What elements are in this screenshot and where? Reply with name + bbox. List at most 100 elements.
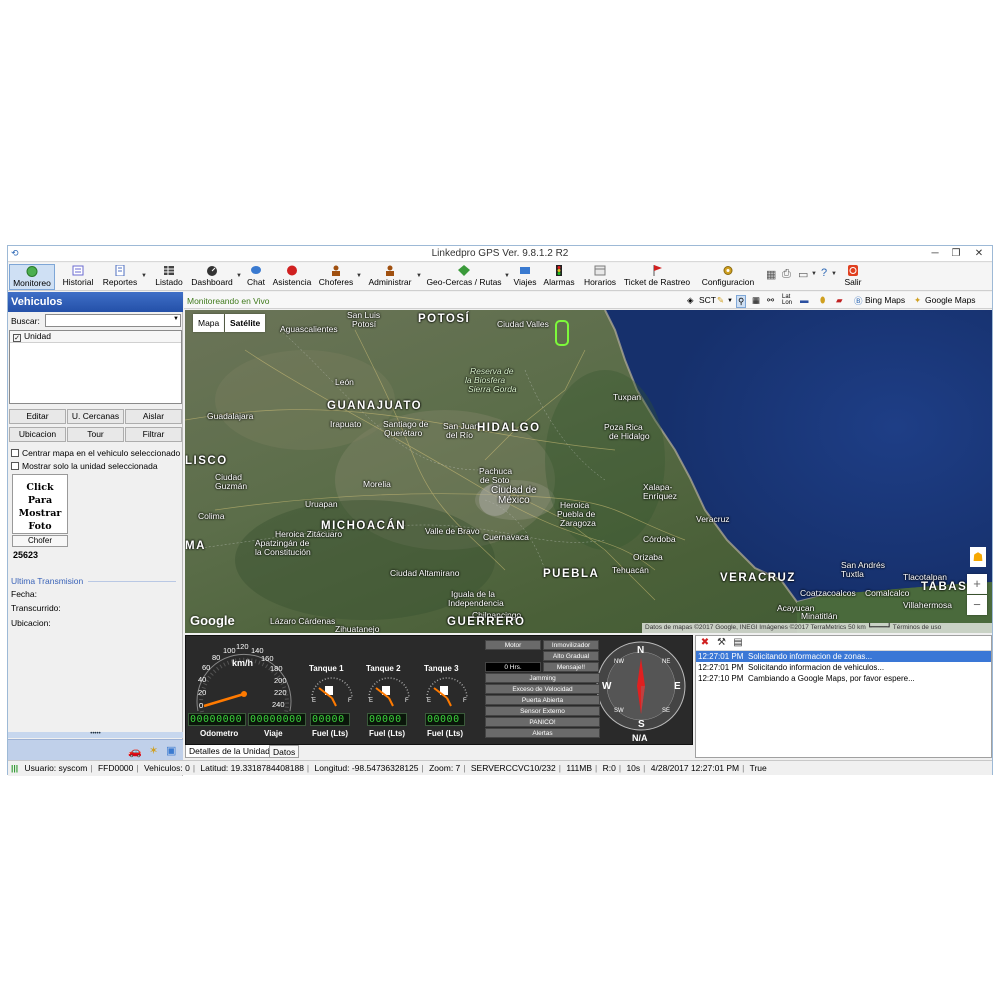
driver-photo-placeholder[interactable]: Click Para Mostrar Foto <box>12 474 68 534</box>
map-label: Potosí <box>352 319 377 329</box>
toolbar-ticket-rastreo[interactable]: Ticket de Rastreo <box>622 264 692 290</box>
chevron-down-icon[interactable]: ▼ <box>416 273 422 279</box>
toolbar-reportes[interactable]: Reportes <box>100 264 140 290</box>
map-label: Cuernavaca <box>483 532 529 542</box>
toolbar-choferes[interactable]: Choferes <box>317 264 355 290</box>
tab-detalles-unidad[interactable]: Detalles de la Unidad <box>185 745 274 758</box>
toolbar-listado[interactable]: Listado <box>153 264 185 290</box>
toolbar-historial[interactable]: Historial <box>60 264 96 290</box>
grid-icon[interactable]: ▦ <box>752 295 760 306</box>
show-selected-only-checkbox[interactable]: Mostrar solo la unidad seleccionada <box>11 461 158 471</box>
toolbar-salir[interactable]: Salir <box>842 264 864 290</box>
ubicacion-button[interactable]: Ubicacion <box>9 427 66 442</box>
map-label: la Constitución <box>255 547 311 557</box>
ruler-icon[interactable]: ✎ <box>717 295 724 306</box>
log-entry[interactable]: 12:27:10 PM Cambiando a Google Maps, por … <box>696 673 991 684</box>
map-type-mapa-tab[interactable]: Mapa <box>193 314 225 332</box>
chevron-down-icon[interactable]: ▼ <box>727 298 733 304</box>
close-button[interactable]: ✕ <box>968 246 990 261</box>
compass-nw: NW <box>614 659 624 665</box>
filtrar-button[interactable]: Filtrar <box>125 427 182 442</box>
tab-datos[interactable]: Datos <box>269 745 300 758</box>
bing-maps-button[interactable]: Bing Maps <box>865 295 905 305</box>
tank-full-mark: F <box>348 698 352 704</box>
chevron-down-icon[interactable]: ▼ <box>236 273 242 279</box>
toolbar-alarmas[interactable]: Alarmas <box>542 264 576 290</box>
toolbar-chat[interactable]: Chat <box>245 264 267 290</box>
google-maps-button[interactable]: Google Maps <box>925 295 976 305</box>
chevron-down-icon[interactable]: ▼ <box>811 271 817 277</box>
maximize-button[interactable]: ❐ <box>945 246 967 261</box>
toolbar-dashboard[interactable]: Dashboard <box>189 264 235 290</box>
compass-east: E <box>674 681 681 692</box>
map-label: Valle de Bravo <box>425 526 480 536</box>
checkbox-box[interactable] <box>11 449 19 457</box>
street-view-pegman-icon[interactable]: ☗ <box>970 547 986 567</box>
log-entry[interactable]: 12:27:01 PM Solicitando informacion de zo… <box>696 651 991 662</box>
vehicle-icon[interactable]: ▰ <box>836 295 843 306</box>
map-label: Guzmán <box>215 481 248 491</box>
map-label: Uruapan <box>305 499 338 509</box>
vehicle-car-icon[interactable]: 🚗 <box>128 745 142 758</box>
speed-tick: 220 <box>274 688 287 697</box>
toolbar-horarios[interactable]: Horarios <box>581 264 619 290</box>
document-icon[interactable]: ▤ <box>732 637 744 649</box>
unidades-cercanas-button[interactable]: U. Cercanas <box>67 409 124 424</box>
road-sign-icon[interactable]: ◈ <box>687 295 694 306</box>
toolbar-monitoreo[interactable]: Monitoreo <box>9 264 55 290</box>
aislar-button[interactable]: Aislar <box>125 409 182 424</box>
tank-1-gauge <box>311 677 353 707</box>
gps-tool-icon[interactable]: ⚲ <box>736 295 747 308</box>
separator: | <box>618 763 622 773</box>
chevron-down-icon[interactable]: ▼ <box>831 271 837 277</box>
bing-icon[interactable]: Ⓑ <box>854 295 863 307</box>
window-layout-icon[interactable]: ▭ <box>798 268 808 281</box>
binoculars-icon[interactable]: ⚯ <box>767 295 774 306</box>
toolbar-configuracion[interactable]: Configuracion <box>698 264 758 290</box>
vehicle-list[interactable]: ✓ Unidad <box>9 330 182 404</box>
search-label: Buscar: <box>11 316 40 326</box>
help-icon[interactable]: ? <box>821 267 827 279</box>
select-all-checkbox[interactable]: ✓ <box>13 334 21 342</box>
toolbar-viajes[interactable]: Viajes <box>513 264 537 290</box>
toolbar-label: Listado <box>155 277 183 287</box>
zoom-in-button[interactable]: + <box>967 574 987 594</box>
map-type-satelite-tab[interactable]: Satélite <box>225 314 266 332</box>
wizard-icon[interactable]: ✶ <box>149 744 158 757</box>
zoom-out-button[interactable]: − <box>967 595 987 615</box>
toolbar-geocercas[interactable]: Geo-Cercas / Rutas <box>425 264 503 290</box>
center-map-checkbox[interactable]: Centrar mapa en el vehiculo seleccionado <box>11 448 180 458</box>
chofer-button[interactable]: Chofer <box>12 535 68 547</box>
checkbox-box[interactable] <box>11 462 19 470</box>
pin-icon[interactable]: ⬮ <box>820 295 825 306</box>
google-icon[interactable]: ✦ <box>914 295 921 306</box>
chevron-down-icon[interactable]: ▼ <box>173 316 179 322</box>
search-combobox[interactable]: ▼ <box>45 314 181 327</box>
toolbar-asistencia[interactable]: Asistencia <box>271 264 313 290</box>
delete-icon[interactable]: ✖ <box>699 637 711 649</box>
chevron-down-icon[interactable]: ▼ <box>141 273 147 279</box>
layers-icon[interactable]: ▬ <box>800 295 809 305</box>
chevron-down-icon[interactable]: ▼ <box>504 273 510 279</box>
chevron-down-icon[interactable]: ▼ <box>356 273 362 279</box>
sct-button[interactable]: SCT <box>699 295 716 305</box>
editar-button[interactable]: Editar <box>9 409 66 424</box>
log-entry[interactable]: 12:27:01 PM Solicitando informacion de ve… <box>696 662 991 673</box>
tools-icon[interactable]: ⚒ <box>716 637 728 649</box>
map-small-icon[interactable]: ▣ <box>166 744 176 757</box>
compass-south: S <box>638 719 645 730</box>
satellite-map[interactable]: Mapa Satélite Aguascalientes San Luis Po… <box>185 310 992 633</box>
map-attribution: Datos de mapas ©2017 Google, INEGI Imáge… <box>642 623 992 633</box>
minimize-button[interactable]: ─ <box>924 246 946 261</box>
toolbar-administrar[interactable]: Administrar <box>365 264 415 290</box>
map-label: Comalcalco <box>865 588 910 598</box>
speed-tick: 0 <box>199 701 204 710</box>
panel-splitter[interactable]: ••••• <box>8 731 183 738</box>
list-header-unidad[interactable]: ✓ Unidad <box>10 331 181 343</box>
trip-label: Viaje <box>264 729 283 738</box>
tour-button[interactable]: Tour <box>67 427 124 442</box>
lat-lon-icon[interactable]: Lat Lon <box>782 294 792 306</box>
monitor-settings-icon[interactable]: ▦ <box>766 268 776 281</box>
printer-icon[interactable]: ⎙ <box>782 268 791 281</box>
drivers-icon <box>330 265 342 276</box>
